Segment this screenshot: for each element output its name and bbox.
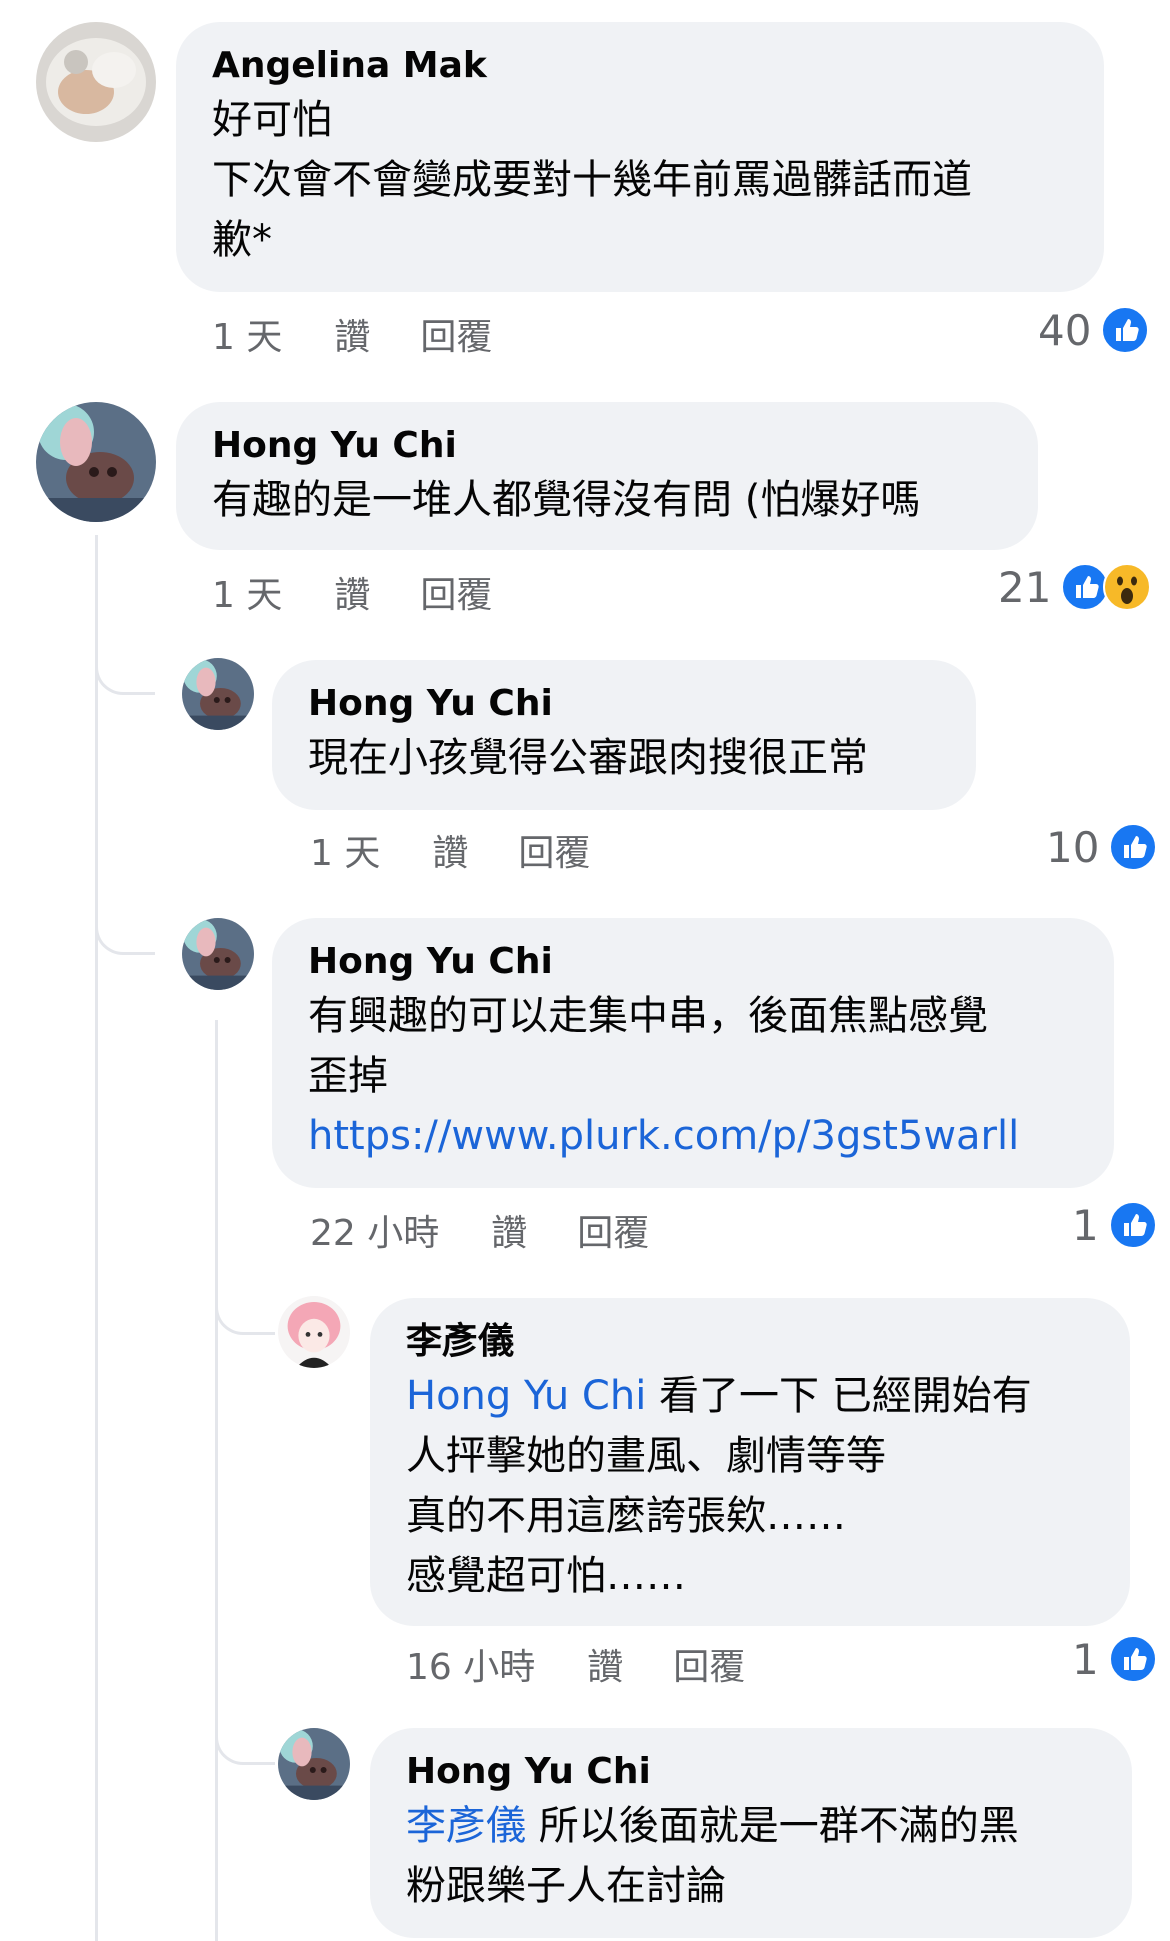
comment-author[interactable]: Hong Yu Chi bbox=[308, 680, 938, 728]
comment-text: 李彥儀 所以後面就是一群不滿的黑 粉跟樂子人在討論 bbox=[406, 1796, 1094, 1916]
comment-author[interactable]: Hong Yu Chi bbox=[406, 1748, 1094, 1796]
comment-bubble: Hong Yu Chi 有興趣的可以走集中串，後面焦點感覺 歪掉 https:/… bbox=[272, 918, 1114, 1188]
comment-actions: 1 天 讚 回覆 bbox=[212, 568, 492, 616]
thread-line-main bbox=[95, 535, 98, 1941]
reaction-count: 40 bbox=[1038, 305, 1092, 355]
reaction-count: 1 bbox=[1072, 1634, 1099, 1684]
reaction-summary[interactable]: 40 bbox=[1038, 305, 1150, 355]
comment-author[interactable]: Angelina Mak bbox=[212, 42, 1066, 90]
comment-actions: 16 小時 讚 回覆 bbox=[406, 1640, 745, 1688]
thread-connector bbox=[215, 1710, 275, 1765]
thumbs-up-icon bbox=[1109, 823, 1158, 871]
comment-text: 現在小孩覺得公審跟肉搜很正常 bbox=[308, 735, 868, 781]
comment-bubble: Hong Yu Chi 現在小孩覺得公審跟肉搜很正常 bbox=[272, 660, 976, 810]
mention-link[interactable]: Hong Yu Chi bbox=[406, 1373, 646, 1419]
reaction-summary[interactable]: 1 bbox=[1072, 1200, 1157, 1250]
comment-text: 有趣的是一堆人都覺得沒有問 (怕爆好嗎 bbox=[212, 477, 921, 523]
thread-connector bbox=[95, 900, 155, 955]
avatar[interactable] bbox=[278, 1728, 350, 1800]
mention-link[interactable]: 李彥儀 bbox=[406, 1803, 526, 1849]
avatar[interactable] bbox=[36, 402, 156, 522]
like-button[interactable]: 讚 bbox=[432, 824, 468, 876]
reply-button[interactable]: 回覆 bbox=[577, 1204, 649, 1256]
comment-timestamp[interactable]: 1 天 bbox=[212, 566, 282, 618]
comment-text: Hong Yu Chi 看了一下 已經開始有 人抨擊她的畫風、劇情等等 真的不用… bbox=[406, 1366, 1092, 1606]
comment-timestamp[interactable]: 1 天 bbox=[310, 824, 380, 876]
reaction-summary[interactable]: 21 bbox=[998, 562, 1152, 612]
avatar[interactable] bbox=[182, 658, 254, 730]
comment-thread: Angelina Mak 好可怕 下次會不會變成要對十幾年前罵過髒話而道 歉* … bbox=[0, 0, 1170, 1941]
comment-bubble: Angelina Mak 好可怕 下次會不會變成要對十幾年前罵過髒話而道 歉* bbox=[176, 22, 1104, 292]
reply-button[interactable]: 回覆 bbox=[420, 566, 492, 618]
comment-actions: 1 天 讚 回覆 bbox=[212, 310, 492, 358]
like-button[interactable]: 讚 bbox=[587, 1638, 623, 1690]
comment-author[interactable]: Hong Yu Chi bbox=[212, 422, 1000, 470]
like-button[interactable]: 讚 bbox=[491, 1204, 527, 1256]
like-button[interactable]: 讚 bbox=[334, 566, 370, 618]
thumbs-up-icon bbox=[1101, 306, 1150, 354]
avatar[interactable] bbox=[278, 1296, 350, 1368]
reaction-summary[interactable]: 1 bbox=[1072, 1634, 1157, 1684]
comment-bubble: 李彥儀 Hong Yu Chi 看了一下 已經開始有 人抨擊她的畫風、劇情等等 … bbox=[370, 1298, 1130, 1626]
comment-actions: 22 小時 讚 回覆 bbox=[310, 1206, 649, 1254]
like-button[interactable]: 讚 bbox=[334, 308, 370, 360]
thumbs-up-icon bbox=[1061, 563, 1110, 611]
thread-connector bbox=[95, 640, 155, 695]
reply-button[interactable]: 回覆 bbox=[518, 824, 590, 876]
comment-timestamp[interactable]: 16 小時 bbox=[406, 1638, 535, 1690]
comment-timestamp[interactable]: 22 小時 bbox=[310, 1204, 439, 1256]
comment-timestamp[interactable]: 1 天 bbox=[212, 308, 282, 360]
reaction-count: 1 bbox=[1072, 1200, 1099, 1250]
comment-bubble: Hong Yu Chi 李彥儀 所以後面就是一群不滿的黑 粉跟樂子人在討論 bbox=[370, 1728, 1132, 1938]
reaction-summary[interactable]: 10 bbox=[1046, 822, 1158, 872]
avatar[interactable] bbox=[182, 918, 254, 990]
comment-text: 有興趣的可以走集中串，後面焦點感覺 歪掉 bbox=[308, 993, 988, 1099]
thread-connector bbox=[215, 1280, 275, 1335]
reaction-count: 21 bbox=[998, 562, 1052, 612]
comment-bubble: Hong Yu Chi 有趣的是一堆人都覺得沒有問 (怕爆好嗎 bbox=[176, 402, 1038, 550]
reaction-count: 10 bbox=[1046, 822, 1100, 872]
comment-author[interactable]: 李彥儀 bbox=[406, 1318, 1092, 1366]
reply-button[interactable]: 回覆 bbox=[420, 308, 492, 360]
comment-text: 好可怕 下次會不會變成要對十幾年前罵過髒話而道 歉* bbox=[212, 97, 972, 263]
comment-actions: 1 天 讚 回覆 bbox=[310, 826, 590, 874]
plurk-link[interactable]: https://www.plurk.com/p/3gst5warll bbox=[308, 1106, 1076, 1166]
thread-line-nested bbox=[215, 1020, 218, 1941]
comment-author[interactable]: Hong Yu Chi bbox=[308, 938, 1076, 986]
reply-button[interactable]: 回覆 bbox=[673, 1638, 745, 1690]
wow-face-icon bbox=[1103, 563, 1152, 611]
thumbs-up-icon bbox=[1108, 1201, 1157, 1249]
thumbs-up-icon bbox=[1108, 1635, 1157, 1683]
avatar[interactable] bbox=[36, 22, 156, 142]
